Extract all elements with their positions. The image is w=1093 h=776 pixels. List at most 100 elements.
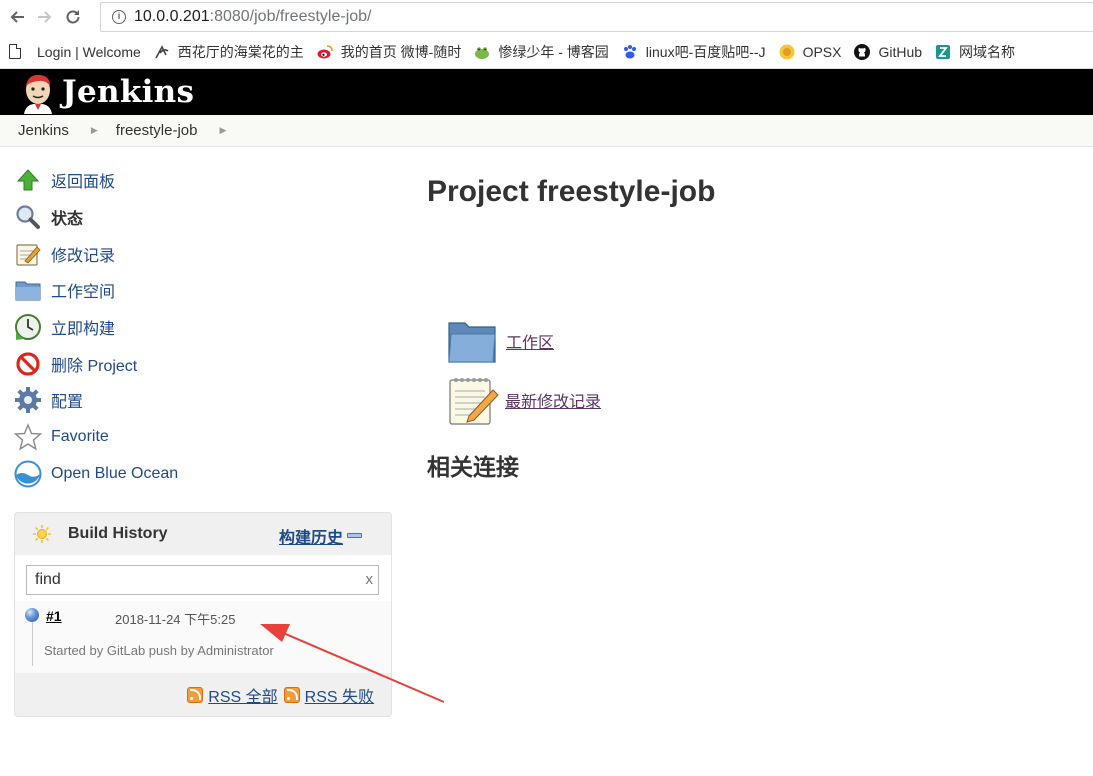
bookmark-label: Login | Welcome [37,43,141,60]
github-icon [854,43,871,60]
task-open-blue-ocean[interactable]: Open Blue Ocean [14,456,374,493]
build-trend-link[interactable]: 构建历史 [279,524,343,548]
bookmark-label: 我的首页 微博-随时 [340,43,462,60]
magnifier-icon [14,203,42,231]
task-label: Open Blue Ocean [51,464,179,482]
recent-changes-link-row: 最新修改记录 [447,374,601,426]
url-path: :8080/job/freestyle-job/ [209,8,372,25]
task-label: 立即构建 [51,321,116,339]
rss-failed-link[interactable]: RSS 失败 [305,683,374,707]
side-tasks: 返回面板 状态 修改记录 工作空间 立即构建 删除 Project 配置 Fav… [14,162,374,492]
info-icon[interactable]: i [112,10,126,24]
task-label: 返回面板 [51,174,116,192]
bookmark-login[interactable]: Login | Welcome [9,44,141,60]
build-history-footer: RSS 全部 RSS 失败 [15,673,391,717]
jenkins-logo[interactable] [16,70,60,114]
up-arrow-icon [14,166,42,194]
workspace-link-row: 工作区 [447,318,554,364]
build-date: 2018-11-24 下午5:25 [115,612,236,627]
task-label: 状态 [51,211,84,229]
build-history-title: Build History [68,525,168,542]
build-history-body: find x #1 2018-11-24 下午5:25 Started by G… [15,555,391,673]
breadcrumb-chevron-icon[interactable]: ▶ [219,125,226,136]
timeline-line [32,622,33,666]
breadcrumb: Jenkins ▶ freestyle-job ▶ [0,115,1093,147]
recent-changes-link[interactable]: 最新修改记录 [505,388,601,412]
task-favorite[interactable]: Favorite [14,419,374,456]
build-cause: Started by GitLab push by Administrator [44,643,274,658]
rss-icon[interactable] [283,687,300,703]
notepad-icon[interactable] [447,374,499,426]
rss-all-link[interactable]: RSS 全部 [208,683,277,707]
task-label: 工作空间 [51,284,116,302]
task-label: 修改记录 [51,247,116,265]
task-label: Favorite [51,428,109,446]
frog-icon [475,46,490,59]
star-icon [14,423,42,451]
opsx-icon [779,44,795,59]
folder-icon[interactable] [447,318,497,364]
bookmark-label: 惨绿少年 - 博客园 [498,43,609,60]
breadcrumb-chevron-icon[interactable]: ▶ [91,125,98,136]
bookmark-label: GitHub [878,43,923,60]
task-label: 删除 Project [51,357,138,375]
task-changes[interactable]: 修改记录 [14,235,374,272]
forward-button[interactable] [31,3,59,31]
bookmark-label: 西花厅的海棠花的主 [177,43,304,60]
page-title: Project freestyle-job [427,175,716,208]
weibo-icon [317,44,333,58]
domain-icon [936,44,951,59]
bookmark-tieba[interactable]: linux吧-百度贴吧--J [622,42,766,62]
address-bar[interactable]: i 10.0.0.201:8080/job/freestyle-job/ [100,2,1093,32]
breadcrumb-freestyle-job[interactable]: freestyle-job [116,122,198,139]
main-panel: Project freestyle-job [427,175,1067,209]
bookmark-label: linux吧-百度贴吧--J [645,43,766,60]
breadcrumb-jenkins[interactable]: Jenkins [18,122,69,139]
bookmark-label: OPSX [802,43,842,60]
task-back-to-dashboard[interactable]: 返回面板 [14,162,374,199]
page-icon [9,44,21,59]
rss-icon[interactable] [187,687,204,703]
bookmark-label: 网域名称 [959,43,1016,60]
bookmark-opsx[interactable]: OPSX [779,43,842,60]
reload-button[interactable] [59,3,87,31]
url-host: 10.0.0.201 [134,8,210,25]
reload-icon [66,10,80,24]
back-button[interactable] [3,3,31,31]
task-build-now[interactable]: 立即构建 [14,309,374,346]
task-label: 配置 [51,394,84,412]
build-number-link[interactable]: #1 [46,608,62,624]
gear-icon [14,386,42,414]
bookmark-haitang[interactable]: 西花厅的海棠花的主 [154,42,304,62]
jenkins-butler-icon [24,74,52,114]
no-entry-icon [14,350,42,378]
notepad-icon [14,240,42,268]
bookmark-github[interactable]: GitHub [854,43,923,60]
task-workspace[interactable]: 工作空间 [14,272,374,309]
blue-ocean-icon [14,460,42,488]
clear-search-button[interactable]: x [366,571,374,588]
baidu-paw-icon [623,44,636,58]
build-history-header: Build History 构建历史 [15,513,391,555]
browser-toolbar: i 10.0.0.201:8080/job/freestyle-job/ [0,0,1093,34]
collapse-icon[interactable] [347,533,362,538]
bookmark-weibo[interactable]: 我的首页 微博-随时 [317,42,462,62]
app-title[interactable]: Jenkins [62,74,194,110]
sun-weather-icon [33,525,51,543]
back-arrow-icon [10,11,24,23]
leaf-icon [155,44,169,58]
jenkins-header: Jenkins [0,69,1093,115]
build-search-input[interactable]: find [26,565,379,595]
related-links-heading: 相关连接 [427,454,519,480]
task-status[interactable]: 状态 [14,199,374,236]
bookmarks-bar: Login | Welcome 西花厅的海棠花的主 我的首页 微博-随时 惨绿少… [0,35,1093,69]
folder-icon [14,276,42,304]
forward-arrow-icon [38,11,52,23]
bookmark-domain[interactable]: 网域名称 [935,42,1015,62]
bookmark-cnblogs[interactable]: 惨绿少年 - 博客园 [474,42,609,62]
build-row: #1 2018-11-24 下午5:25 Started by GitLab p… [15,601,391,673]
workspace-link[interactable]: 工作区 [506,329,554,353]
task-configure[interactable]: 配置 [14,382,374,419]
build-history-panel: Build History 构建历史 find x #1 2018-11-24 … [14,512,392,717]
task-delete-project[interactable]: 删除 Project [14,345,374,382]
